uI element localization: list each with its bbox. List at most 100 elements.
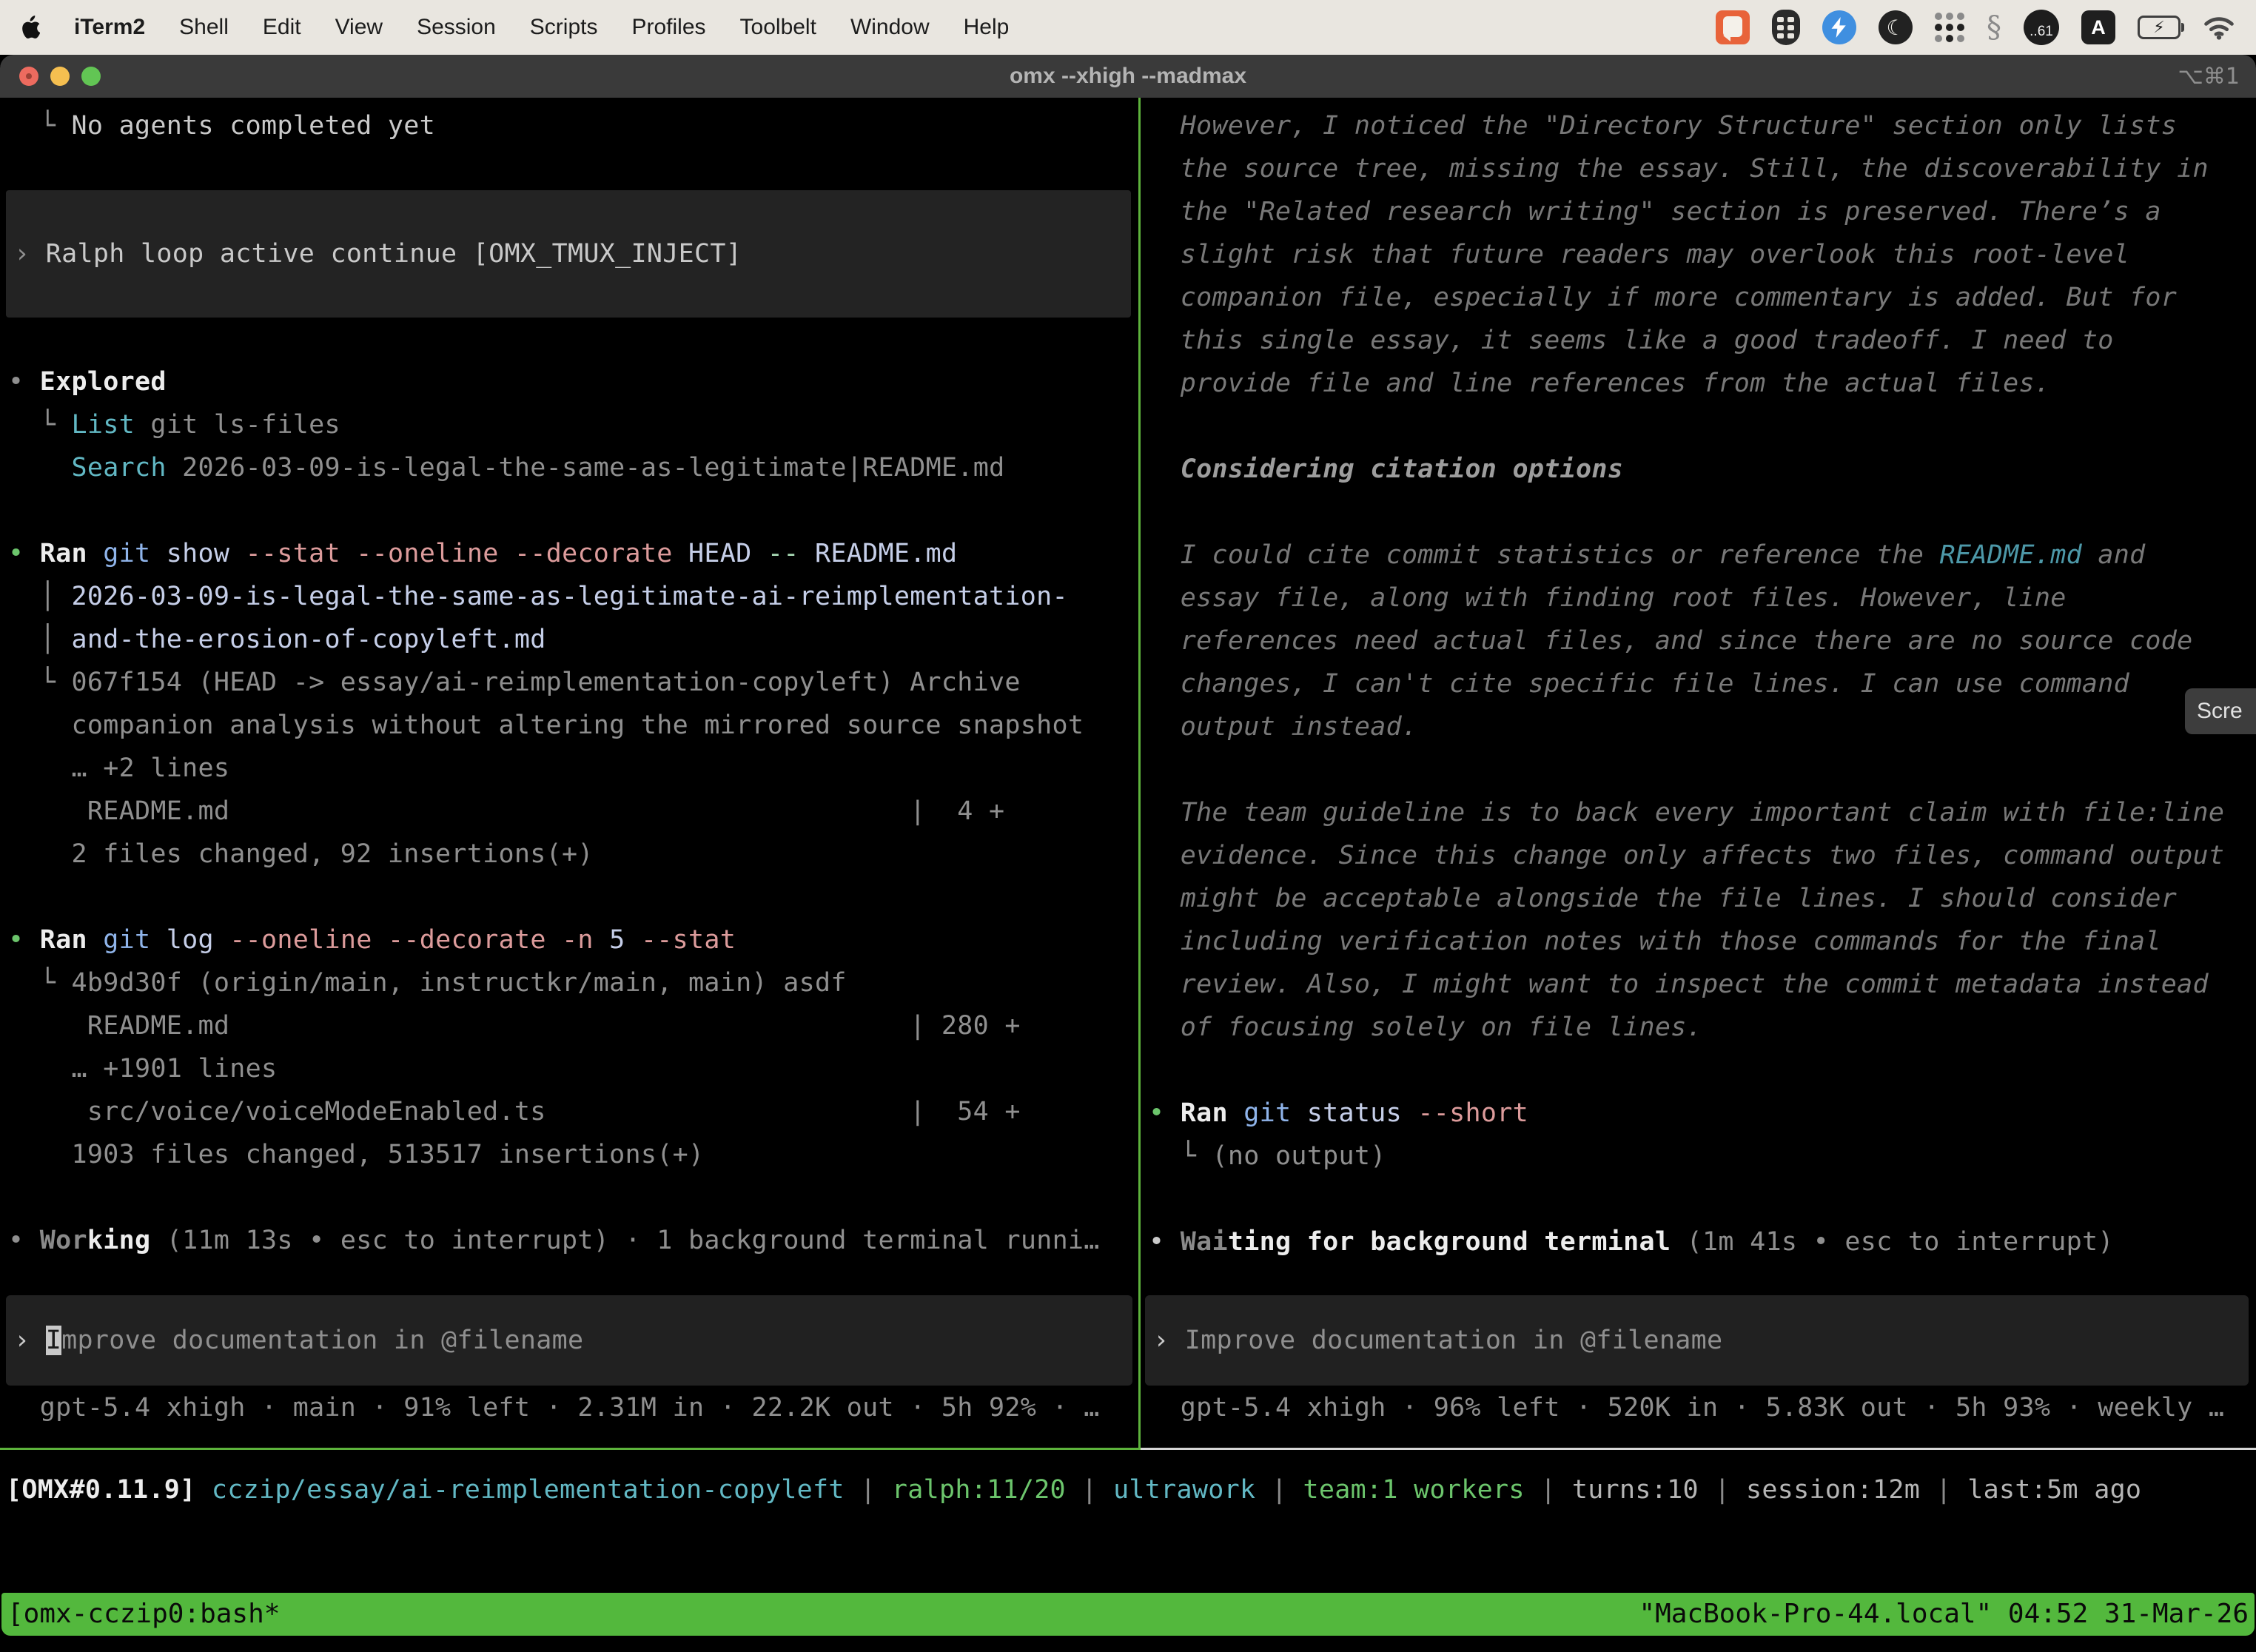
shield-grid-icon[interactable]: [1772, 9, 1800, 46]
menu-item-view[interactable]: View: [335, 15, 383, 40]
menu-item-scripts[interactable]: Scripts: [530, 15, 598, 40]
terminal-line: companion file, especially if more comme…: [1141, 276, 2256, 319]
text-segment: review. Also, I might want to inspect th…: [1149, 970, 2209, 999]
pane-bottom-border-right: [1141, 1448, 2256, 1450]
terminal-line: the "Related research writing" section i…: [1141, 190, 2256, 233]
text-segment: git ls-files: [135, 410, 340, 440]
moon-circle-icon[interactable]: ☾: [1879, 9, 1913, 46]
text-segment: --short: [1417, 1098, 1528, 1128]
terminal-line: evidence. Since this change only affects…: [1141, 834, 2256, 877]
prompt-input-right[interactable]: › Improve documentation in @filename: [1145, 1295, 2249, 1386]
text-segment: of focusing solely on file lines.: [1149, 1013, 1702, 1042]
menu-item-iterm2[interactable]: iTerm2: [74, 15, 145, 40]
text-segment: [87, 925, 103, 955]
text-segment: mprove documentation in @filename: [61, 1326, 583, 1355]
terminal-content: └ No agents completed yet › Ralph loop ac…: [0, 98, 2256, 1593]
terminal-line: might be acceptable alongside the file l…: [1141, 877, 2256, 920]
close-button[interactable]: [19, 67, 38, 86]
zoom-button[interactable]: [81, 67, 101, 86]
tmux-session-label[interactable]: [omx-cczip0:bash*: [7, 1593, 280, 1636]
window-title: omx --xhigh --madmax: [0, 64, 2256, 89]
text-segment: ultrawork: [1113, 1475, 1255, 1505]
terminal-line: └ No agents completed yet: [0, 104, 1138, 147]
menu-item-toolbelt[interactable]: Toolbelt: [740, 15, 816, 40]
injected-message-box: › Ralph loop active continue [OMX_TMUX_I…: [6, 190, 1131, 318]
chat-app-icon[interactable]: [1716, 9, 1750, 46]
bolt-circle-icon[interactable]: [1822, 9, 1856, 46]
terminal-line: README.md | 280 +: [0, 1004, 1138, 1047]
text-segment: README.md | 280 +: [8, 1011, 1021, 1041]
terminal-line: … +2 lines: [0, 747, 1138, 790]
terminal-line: › Improve documentation in @filename: [6, 1319, 583, 1362]
terminal-line: [OMX#0.11.9] cczip/essay/ai-reimplementa…: [0, 1468, 2256, 1511]
text-segment: [1228, 1098, 1243, 1128]
text-segment: and: [2082, 540, 2146, 570]
terminal-line: • Waiting for background terminal (1m 41…: [1141, 1220, 2256, 1263]
terminal-line: README.md | 4 +: [0, 790, 1138, 833]
terminal-line: [0, 1176, 1138, 1219]
text-segment: git: [1243, 1098, 1291, 1128]
text-segment: companion file, especially if more comme…: [1149, 283, 2177, 312]
menu-item-shell[interactable]: Shell: [179, 15, 229, 40]
menu-item-help[interactable]: Help: [964, 15, 1010, 40]
text-segment: Ran: [40, 925, 87, 955]
text-segment: [87, 539, 103, 568]
text-segment: README.md: [799, 539, 958, 568]
terminal-line: … +1901 lines: [0, 1047, 1138, 1090]
text-segment: evidence. Since this change only affects…: [1149, 841, 2224, 870]
terminal-line: provide file and line references from th…: [1141, 362, 2256, 405]
terminal-line: of focusing solely on file lines.: [1141, 1006, 2256, 1049]
terminal-line: [1141, 748, 2256, 791]
menu-item-window[interactable]: Window: [850, 15, 930, 40]
count-badge-icon[interactable]: ..61: [2024, 9, 2059, 46]
battery-icon[interactable]: ⚡: [2138, 9, 2181, 46]
dots-grid-icon[interactable]: [1935, 9, 1964, 46]
text-segment: ›: [1153, 1326, 1185, 1355]
text-segment: … +2 lines: [8, 753, 229, 783]
terminal-line: 2 files changed, 92 insertions(+): [0, 833, 1138, 876]
wifi-icon[interactable]: [2203, 9, 2235, 46]
text-segment: essay file, along with finding root file…: [1149, 583, 2067, 613]
text-segment: |: [845, 1475, 892, 1505]
menu-item-edit[interactable]: Edit: [263, 15, 301, 40]
text-segment: Wor: [40, 1226, 87, 1255]
text-segment: the "Related research writing" section i…: [1149, 197, 2161, 226]
terminal-line: including verification notes with those …: [1141, 920, 2256, 963]
text-segment: Search: [72, 453, 167, 483]
text-segment: companion analysis without altering the …: [8, 711, 1084, 740]
text-segment: --: [768, 539, 799, 568]
model-status-left: gpt-5.4 xhigh · main · 91% left · 2.31M …: [0, 1386, 1100, 1429]
screen-share-overlay[interactable]: Scre: [2185, 688, 2256, 734]
text-segment: ting for background terminal: [1228, 1227, 1671, 1257]
terminal-line: • Ran git show --stat --oneline --decora…: [0, 532, 1138, 575]
omx-status-bar: [OMX#0.11.9] cczip/essay/ai-reimplementa…: [0, 1468, 2256, 1511]
title-bar[interactable]: omx --xhigh --madmax ⌥⌘1: [0, 55, 2256, 98]
apple-menu-icon[interactable]: [21, 16, 40, 39]
text-segment: [340, 539, 356, 568]
text-segment: --decorate: [388, 925, 546, 955]
text-segment: [OMX#0.11.9]: [6, 1475, 195, 1505]
terminal-line: output instead.: [1141, 705, 2256, 748]
text-segment: [546, 925, 562, 955]
minimize-button[interactable]: [50, 67, 70, 86]
prompt-input-left[interactable]: › Improve documentation in @filename: [6, 1295, 1132, 1386]
text-segment: ›: [14, 1326, 46, 1355]
text-segment: status: [1291, 1098, 1417, 1128]
text-segment: └ 067f154 (HEAD -> essay/ai-reimplementa…: [8, 668, 1021, 697]
terminal-line: Considering citation options: [1141, 448, 2256, 491]
keyboard-layout-icon[interactable]: A: [2081, 9, 2115, 46]
terminal-line: [0, 876, 1138, 919]
text-segment: └ 4b9d30f (origin/main, instructkr/main,…: [8, 968, 847, 998]
terminal-line: references need actual files, and since …: [1141, 620, 2256, 662]
menu-item-session[interactable]: Session: [417, 15, 496, 40]
text-segment: git: [103, 925, 150, 955]
text-segment: --stat: [246, 539, 340, 568]
text-segment: Ran: [1181, 1098, 1228, 1128]
terminal-line: └ (no output): [1141, 1135, 2256, 1178]
terminal-line: gpt-5.4 xhigh · main · 91% left · 2.31M …: [0, 1386, 1100, 1429]
text-segment: -n: [562, 925, 594, 955]
text-segment: provide file and line references from th…: [1149, 369, 2050, 398]
menu-item-profiles[interactable]: Profiles: [631, 15, 705, 40]
squiggle-icon[interactable]: §: [1987, 9, 2001, 46]
terminal-line: However, I noticed the "Directory Struct…: [1141, 104, 2256, 147]
